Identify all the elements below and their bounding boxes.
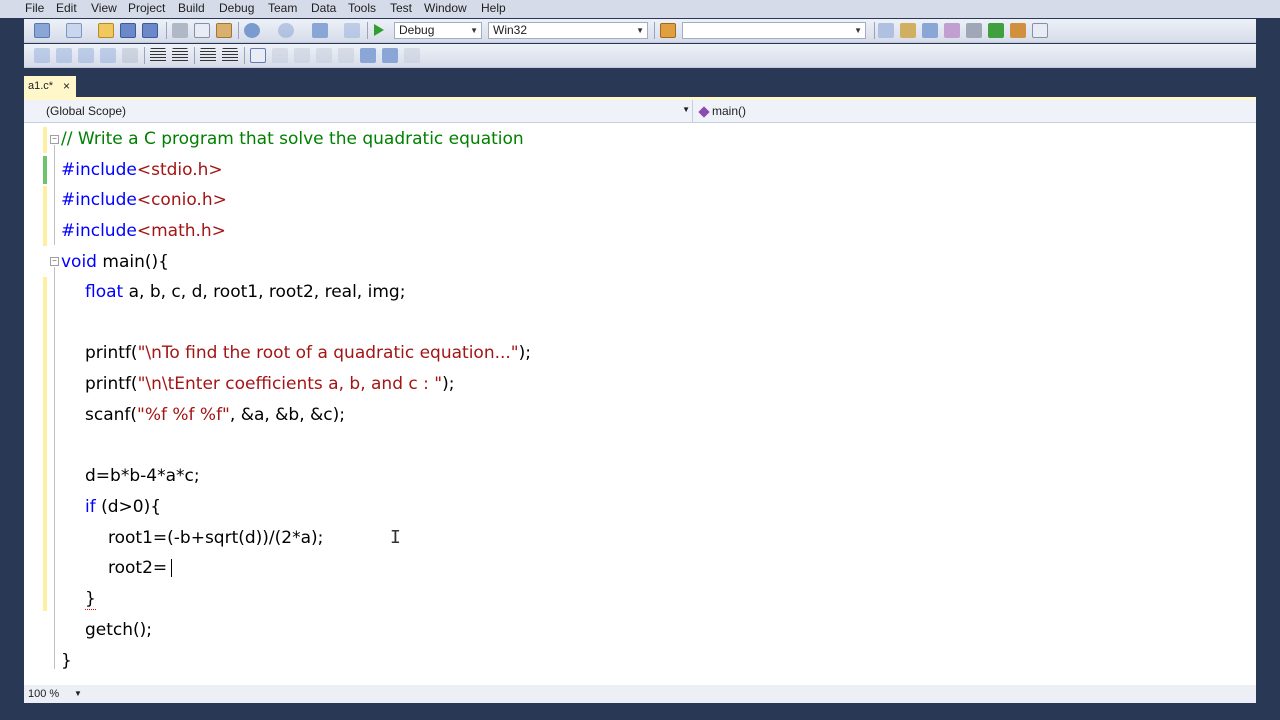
zoom-bar: 100 % ▼ [24,685,1256,703]
properties-icon[interactable] [900,23,916,38]
member-select[interactable]: main() [698,104,747,118]
text-caret [171,559,172,577]
display-word-completion-icon[interactable] [100,48,116,63]
previous-bookmark-folder-icon[interactable] [316,48,332,63]
document-tab-title: a1.c* [28,80,54,92]
code-line-1: // Write a C program that solve the quad… [61,129,524,149]
solution-platform-select[interactable]: Win32 ▼ [488,22,648,39]
change-marker [43,127,47,153]
start-page-icon[interactable] [988,23,1004,38]
change-marker [43,186,47,246]
window-layout-icon[interactable] [1032,23,1048,38]
outdent-dim-icon[interactable] [122,48,138,63]
code-line-14: root1=(-b+sqrt(d))/(2*a); [108,528,324,548]
ibeam-cursor-icon: I [390,527,401,548]
menu-window[interactable]: Window [424,1,467,15]
save-all-icon[interactable] [142,23,158,38]
document-tab[interactable]: a1.c* × [24,76,76,97]
code-line-13: if (d>0){ [85,497,162,517]
menu-test[interactable]: Test [390,1,412,15]
decrease-indent-icon[interactable] [150,48,166,63]
extension-manager-icon[interactable] [1010,23,1026,38]
toolbox-icon[interactable] [944,23,960,38]
next-bookmark-icon[interactable] [294,48,310,63]
add-item-icon[interactable] [66,23,82,38]
menu-view[interactable]: View [91,1,117,15]
redo-icon[interactable] [278,23,294,38]
code-line-5: void main(){ [61,252,169,272]
menu-data[interactable]: Data [311,1,336,15]
close-icon[interactable]: × [63,79,70,93]
member-label: main() [712,104,747,118]
code-editor[interactable]: − − // Write a C program that solve the … [24,123,1256,685]
method-icon [698,106,710,118]
menu-tools[interactable]: Tools [348,1,376,15]
copy-icon[interactable] [194,23,210,38]
comment-out-icon[interactable] [200,48,216,63]
tools-icon[interactable] [966,23,982,38]
document-tab-strip [0,68,1280,98]
new-project-icon[interactable] [34,23,50,38]
chevron-down-icon: ▼ [682,105,690,114]
play-icon[interactable] [374,24,384,36]
menu-build[interactable]: Build [178,1,205,15]
next-bookmark-document-icon[interactable] [382,48,398,63]
code-line-18: } [61,651,72,671]
increase-indent-icon[interactable] [172,48,188,63]
change-marker [43,277,47,611]
menu-file[interactable]: File [25,1,44,15]
solution-explorer-icon[interactable] [878,23,894,38]
saved-change-marker [43,156,47,184]
toggle-bookmark-icon[interactable] [250,48,266,63]
code-line-2: #include<stdio.h> [61,160,223,180]
code-line-4: #include<math.h> [61,221,226,241]
chevron-down-icon[interactable]: ▼ [74,689,82,698]
find-in-files-icon[interactable] [660,23,676,38]
code-line-17: getch(); [85,620,153,640]
code-line-16: } [85,589,96,610]
code-line-3: #include<conio.h> [61,190,227,210]
text-editor-toolbar [24,44,1256,68]
menu-bar: File Edit View Project Build Debug Team … [0,0,1280,18]
menu-project[interactable]: Project [128,1,165,15]
code-line-9: printf("\n\tEnter coefficients a, b, and… [85,374,455,394]
code-line-8: printf("\nTo find the root of a quadrati… [85,343,531,363]
navigate-backward-icon[interactable] [312,23,328,38]
zoom-level[interactable]: 100 % [28,688,59,700]
undo-icon[interactable] [244,23,260,38]
previous-bookmark-document-icon[interactable] [360,48,376,63]
paste-icon[interactable] [216,23,232,38]
display-quick-info-icon[interactable] [78,48,94,63]
display-object-member-list-icon[interactable] [34,48,50,63]
code-line-15: root2= [108,558,168,578]
code-line-6: float a, b, c, d, root1, root2, real, im… [85,282,406,302]
solution-configuration-select[interactable]: Debug ▼ [394,22,482,39]
open-file-icon[interactable] [98,23,114,38]
collapse-icon[interactable]: − [50,135,59,144]
object-browser-icon[interactable] [922,23,938,38]
menu-debug[interactable]: Debug [219,1,254,15]
scope-select[interactable]: (Global Scope) ▼ [24,100,693,122]
navigation-bar: (Global Scope) ▼ main() [24,100,1256,123]
find-combo[interactable]: ▼ [682,22,866,39]
navigate-forward-icon[interactable] [344,23,360,38]
menu-edit[interactable]: Edit [56,1,77,15]
save-icon[interactable] [120,23,136,38]
code-line-12: d=b*b-4*a*c; [85,466,200,486]
standard-toolbar: Debug ▼ Win32 ▼ ▼ [24,19,1256,43]
uncomment-icon[interactable] [222,48,238,63]
next-bookmark-folder-icon[interactable] [338,48,354,63]
display-parameter-info-icon[interactable] [56,48,72,63]
collapse-icon[interactable]: − [50,257,59,266]
menu-team[interactable]: Team [268,1,297,15]
cut-icon[interactable] [172,23,188,38]
previous-bookmark-icon[interactable] [272,48,288,63]
menu-help[interactable]: Help [481,1,506,15]
scope-label: (Global Scope) [46,104,127,118]
clear-bookmarks-icon[interactable] [404,48,420,63]
code-line-10: scanf("%f %f %f", &a, &b, &c); [85,405,345,425]
